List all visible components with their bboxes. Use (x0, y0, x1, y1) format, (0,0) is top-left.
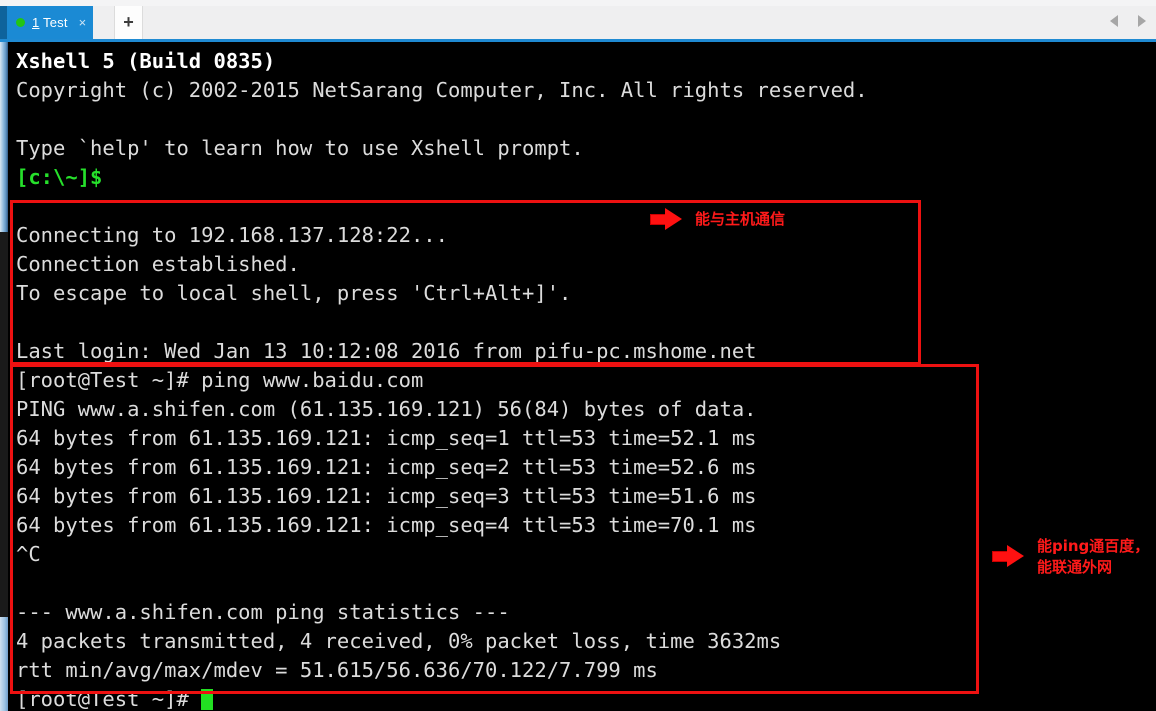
terminal-line: Last login: Wed Jan 13 10:12:08 2016 fro… (16, 339, 757, 363)
close-icon[interactable]: × (79, 16, 87, 29)
terminal-line: [c:\~]$ (16, 165, 103, 189)
chevron-left-icon[interactable] (1110, 15, 1118, 27)
tab-session-1[interactable]: 1 Test × (7, 6, 94, 39)
terminal-line: To escape to local shell, press 'Ctrl+Al… (16, 281, 572, 305)
terminal-line: rtt min/avg/max/mdev = 51.615/56.636/70.… (16, 658, 658, 682)
tab-bar-top-strip (0, 0, 1156, 6)
new-tab-button[interactable]: + (114, 6, 143, 39)
terminal-line: Connecting to 192.168.137.128:22... (16, 223, 448, 247)
chevron-right-icon[interactable] (1138, 15, 1146, 27)
arrow-right-icon (650, 208, 684, 230)
annotation-ping-line-1: 能ping通百度， (1037, 537, 1150, 555)
terminal-line: 64 bytes from 61.135.169.121: icmp_seq=4… (16, 513, 757, 537)
annotation-host-communication: 能与主机通信 (650, 208, 785, 230)
terminal-pane[interactable]: Xshell 5 (Build 0835) Copyright (c) 2002-… (0, 42, 1156, 711)
tab-nav-arrows (1110, 12, 1146, 30)
arrow-right-icon (992, 545, 1026, 567)
terminal-line: 64 bytes from 61.135.169.121: icmp_seq=1… (16, 426, 757, 450)
terminal-line-text: [root@Test ~]# (16, 687, 202, 711)
terminal-cursor (201, 689, 214, 710)
terminal-scrollbar[interactable] (0, 42, 8, 711)
terminal-line: [root@Test ~]# (16, 685, 1156, 711)
scrollbar-thumb-lower[interactable] (0, 617, 8, 711)
tab-title: Test (39, 15, 68, 30)
session-status-dot-icon (16, 18, 25, 27)
terminal-line: Copyright (c) 2002-2015 NetSarang Comput… (16, 78, 868, 102)
terminal-line: Type `help' to learn how to use Xshell p… (16, 136, 584, 160)
terminal-line: 64 bytes from 61.135.169.121: icmp_seq=3… (16, 484, 757, 508)
terminal-line: PING www.a.shifen.com (61.135.169.121) 5… (16, 397, 757, 421)
terminal-line: ^C (16, 542, 41, 566)
terminal-line: 4 packets transmitted, 4 received, 0% pa… (16, 629, 782, 653)
terminal-output: Xshell 5 (Build 0835) Copyright (c) 2002-… (16, 47, 1156, 711)
scrollbar-thumb[interactable] (0, 42, 8, 232)
tab-bar-left-accent (0, 6, 7, 39)
annotation-ping-text: 能ping通百度， 能联通外网 (1037, 536, 1149, 578)
annotation-ping-external: 能ping通百度， 能联通外网 (992, 536, 1149, 578)
annotation-ping-line-2: 能联通外网 (1037, 558, 1113, 576)
terminal-line: Xshell 5 (Build 0835) (16, 49, 276, 73)
terminal-line: 64 bytes from 61.135.169.121: icmp_seq=2… (16, 455, 757, 479)
terminal-line: [root@Test ~]# ping www.baidu.com (16, 368, 424, 392)
tab-label: 1 Test (32, 15, 68, 30)
terminal-line: --- www.a.shifen.com ping statistics --- (16, 600, 510, 624)
annotation-host-text: 能与主机通信 (695, 209, 786, 228)
tab-bar: 1 Test × + (0, 0, 1156, 42)
terminal-line: Connection established. (16, 252, 300, 276)
